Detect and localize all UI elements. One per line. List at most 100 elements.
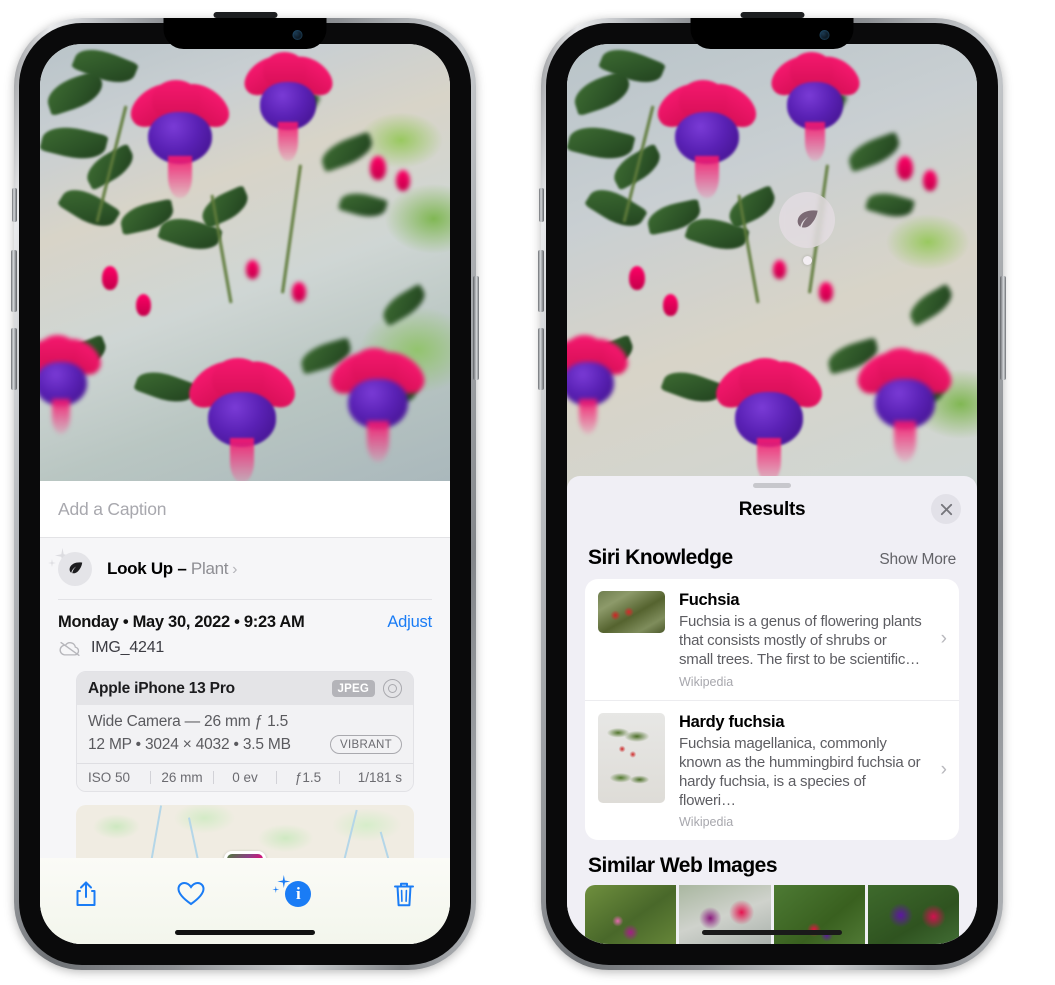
result-title: Fuchsia (679, 591, 740, 609)
photo-metadata: Monday • May 30, 2022 • 9:23 AM Adjust I… (40, 599, 450, 881)
exif-body: Wide Camera — 26 mm ƒ 1.5 12 MP • 3024 ×… (77, 705, 413, 763)
silence-switch[interactable] (539, 188, 544, 222)
flower (323, 343, 433, 462)
divider (58, 599, 432, 600)
notch (690, 12, 854, 49)
front-camera-icon (819, 30, 830, 40)
volume-down-button[interactable] (538, 328, 544, 390)
result-text: Fuchsia Fuchsia is a genus of flowering … (679, 591, 946, 689)
volume-up-button[interactable] (11, 250, 17, 312)
volume-up-button[interactable] (538, 250, 544, 312)
results-sheet: Results Siri Knowledge Show More Fuchsia… (567, 476, 977, 944)
knowledge-result-row[interactable]: Fuchsia Fuchsia is a genus of flowering … (585, 579, 959, 700)
info-button[interactable]: i (272, 874, 319, 914)
volume-down-button[interactable] (11, 328, 17, 390)
knowledge-result-row[interactable]: Hardy fuchsia Fuchsia magellanica, commo… (585, 699, 959, 841)
caption-input[interactable]: Add a Caption (58, 499, 167, 520)
siri-knowledge-header: Siri Knowledge Show More (567, 532, 977, 579)
lens-target-icon (383, 679, 402, 698)
close-button[interactable] (931, 494, 961, 524)
chevron-right-icon: › (232, 560, 238, 578)
earpiece-speaker (213, 12, 277, 18)
visual-look-up-badge[interactable] (779, 192, 835, 248)
look-up-subject: Plant (190, 558, 229, 578)
power-button[interactable] (1000, 276, 1006, 380)
iphone-device-left: Add a Caption Look Up – Plant › Monday •… (11, 12, 479, 970)
delete-button[interactable] (384, 874, 424, 914)
silence-switch[interactable] (12, 188, 17, 222)
home-indicator (702, 930, 842, 935)
results-header: Results (567, 488, 977, 532)
notch (163, 12, 327, 49)
result-description: Fuchsia is a genus of flowering plants t… (679, 613, 922, 669)
caption-field-row[interactable]: Add a Caption (40, 481, 450, 538)
resolution-info: 12 MP • 3024 × 4032 • 3.5 MB (88, 735, 291, 753)
exif-badges: JPEG (331, 679, 402, 698)
screenshot-root: Add a Caption Look Up – Plant › Monday •… (0, 0, 1055, 985)
result-text: Hardy fuchsia Fuchsia magellanica, commo… (679, 713, 946, 830)
sparkle-info-icon: i (285, 881, 312, 907)
look-up-row[interactable]: Look Up – Plant › (40, 538, 450, 599)
chevron-right-icon: › (940, 759, 947, 781)
adjust-button[interactable]: Adjust (387, 613, 432, 632)
earpiece-speaker (740, 12, 804, 18)
flower (707, 352, 831, 483)
leaf-icon (797, 210, 818, 228)
exif-card[interactable]: Apple iPhone 13 Pro JPEG Wide Camera — 2… (76, 671, 414, 792)
show-more-button[interactable]: Show More (879, 551, 956, 569)
sparkle-icon (272, 886, 280, 893)
iphone-device-right: Results Siri Knowledge Show More Fuchsia… (538, 12, 1006, 970)
flower (180, 352, 304, 481)
knowledge-card-list: Fuchsia Fuchsia is a genus of flowering … (585, 579, 959, 841)
flower (567, 331, 635, 435)
front-camera-icon (292, 30, 303, 40)
chevron-right-icon: › (940, 628, 947, 650)
section-title: Siri Knowledge (588, 546, 733, 569)
look-up-title: Look Up (107, 558, 173, 578)
result-source: Wikipedia (679, 815, 734, 830)
web-image-thumbnail[interactable] (585, 885, 677, 944)
close-icon (940, 503, 952, 515)
flower (650, 75, 764, 198)
flower (40, 331, 108, 435)
share-icon (76, 881, 96, 906)
lens-info: Wide Camera — 26 mm ƒ 1.5 (88, 713, 289, 730)
photo-info-sheet: Add a Caption Look Up – Plant › Monday •… (40, 481, 450, 944)
favorite-button[interactable] (171, 874, 211, 914)
device-screen-left: Add a Caption Look Up – Plant › Monday •… (40, 44, 450, 944)
web-image-thumbnail[interactable] (679, 885, 771, 944)
exif-stat-shutter: 1/181 s (357, 770, 402, 785)
exif-stat-ev: 0 ev (232, 770, 258, 785)
flower (764, 48, 866, 162)
flower (850, 343, 960, 462)
result-thumbnail (598, 591, 665, 633)
visual-look-up-pointer (803, 256, 812, 265)
heart-icon (177, 881, 205, 906)
cloud-slash-icon (58, 640, 82, 657)
look-up-label: Look Up – Plant › (107, 558, 238, 579)
leaf-icon (58, 551, 92, 586)
device-screen-right: Results Siri Knowledge Show More Fuchsia… (567, 44, 977, 944)
result-title: Hardy fuchsia (679, 712, 785, 731)
photographic-style-badge: VIBRANT (330, 735, 402, 754)
section-title: Similar Web Images (588, 854, 778, 878)
format-badge: JPEG (331, 680, 375, 697)
similar-web-images-header: Similar Web Images (567, 840, 977, 885)
share-button[interactable] (66, 874, 106, 914)
trash-icon (393, 882, 414, 906)
exif-stat-iso: ISO 50 (88, 770, 131, 785)
results-title: Results (738, 499, 806, 520)
result-thumbnail (598, 712, 665, 803)
file-row: IMG_4241 (58, 639, 432, 657)
power-button[interactable] (473, 276, 479, 380)
web-image-thumbnail[interactable] (773, 885, 865, 944)
date-row: Monday • May 30, 2022 • 9:23 AM Adjust (58, 613, 432, 632)
similar-web-images-strip[interactable] (585, 885, 959, 944)
photo-filename: IMG_4241 (91, 639, 165, 656)
result-source: Wikipedia (679, 674, 734, 689)
result-description: Fuchsia magellanica, commonly known as t… (679, 734, 921, 810)
web-image-thumbnail[interactable] (867, 885, 959, 944)
photo-fuchsia-left[interactable] (40, 44, 450, 481)
flower (237, 48, 339, 162)
flower (123, 75, 237, 198)
